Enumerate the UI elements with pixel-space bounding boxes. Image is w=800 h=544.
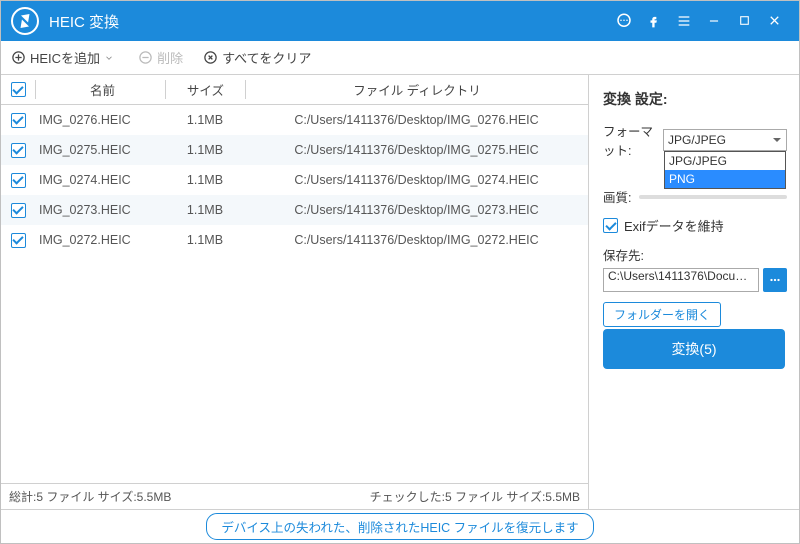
row-checkbox[interactable]: [11, 143, 26, 158]
col-name: 名前: [35, 80, 165, 99]
exif-label: Exifデータを維持: [624, 216, 724, 235]
minus-circle-icon: [138, 50, 153, 65]
row-checkbox[interactable]: [11, 203, 26, 218]
status-checked: チェックした:5 ファイル サイズ:5.5MB: [370, 488, 580, 505]
status-bar: 総計:5 ファイル サイズ:5.5MB チェックした:5 ファイル サイズ:5.…: [1, 483, 588, 509]
format-value: JPG/JPEG: [668, 133, 726, 147]
row-checkbox[interactable]: [11, 113, 26, 128]
quality-row: 画質:: [603, 187, 787, 206]
row-checkbox[interactable]: [11, 173, 26, 188]
format-row: フォーマット: JPG/JPEG JPG/JPEG PNG: [603, 121, 787, 159]
format-dropdown: JPG/JPEG PNG: [664, 151, 786, 189]
cell-dir: C:/Users/1411376/Desktop/IMG_0272.HEIC: [245, 233, 588, 247]
cell-size: 1.1MB: [165, 173, 245, 187]
app-title: HEIC 変換: [49, 11, 119, 32]
cell-dir: C:/Users/1411376/Desktop/IMG_0273.HEIC: [245, 203, 588, 217]
status-total: 総計:5 ファイル サイズ:5.5MB: [9, 488, 171, 505]
row-checkbox[interactable]: [11, 233, 26, 248]
cell-size: 1.1MB: [165, 113, 245, 127]
cell-size: 1.1MB: [165, 203, 245, 217]
cell-name: IMG_0275.HEIC: [35, 143, 165, 157]
exif-row: Exifデータを維持: [603, 216, 787, 235]
menu-icon[interactable]: [669, 12, 699, 30]
footer: デバイス上の失われた、削除されたHEIC ファイルを復元します: [1, 509, 799, 543]
format-option-png[interactable]: PNG: [665, 170, 785, 188]
convert-button[interactable]: 変換(5): [603, 329, 785, 369]
add-label: HEICを追加: [30, 48, 100, 67]
exif-checkbox[interactable]: [603, 218, 618, 233]
table-row[interactable]: IMG_0273.HEIC1.1MBC:/Users/1411376/Deskt…: [1, 195, 588, 225]
cell-size: 1.1MB: [165, 143, 245, 157]
table-row[interactable]: IMG_0276.HEIC1.1MBC:/Users/1411376/Deskt…: [1, 105, 588, 135]
format-option-jpg[interactable]: JPG/JPEG: [665, 152, 785, 170]
cell-dir: C:/Users/1411376/Desktop/IMG_0274.HEIC: [245, 173, 588, 187]
quality-slider[interactable]: [639, 195, 787, 199]
browse-button[interactable]: [763, 268, 787, 292]
select-all-checkbox[interactable]: [11, 82, 26, 97]
clear-all-button[interactable]: すべてをクリア: [203, 48, 311, 67]
cell-name: IMG_0276.HEIC: [35, 113, 165, 127]
x-circle-icon: [203, 50, 218, 65]
titlebar: HEIC 変換: [1, 1, 799, 41]
quality-label: 画質:: [603, 187, 631, 206]
toolbar: HEICを追加 削除 すべてをクリア: [1, 41, 799, 75]
maximize-button[interactable]: [729, 12, 759, 30]
main-body: 名前 サイズ ファイル ディレクトリ IMG_0276.HEIC1.1MBC:/…: [1, 75, 799, 509]
format-select[interactable]: JPG/JPEG JPG/JPEG PNG: [663, 129, 787, 151]
plus-circle-icon: [11, 50, 26, 65]
file-list-panel: 名前 サイズ ファイル ディレクトリ IMG_0276.HEIC1.1MBC:/…: [1, 75, 589, 509]
cell-size: 1.1MB: [165, 233, 245, 247]
table-header: 名前 サイズ ファイル ディレクトリ: [1, 75, 588, 105]
table-row[interactable]: IMG_0275.HEIC1.1MBC:/Users/1411376/Deskt…: [1, 135, 588, 165]
cell-name: IMG_0274.HEIC: [35, 173, 165, 187]
col-dir: ファイル ディレクトリ: [245, 80, 588, 99]
chevron-down-icon: [104, 53, 114, 63]
settings-panel: 変換 設定: フォーマット: JPG/JPEG JPG/JPEG PNG 画質:…: [589, 75, 799, 509]
dest-row: C:\Users\1411376\Documen: [603, 268, 787, 292]
cell-name: IMG_0273.HEIC: [35, 203, 165, 217]
close-button[interactable]: [759, 12, 789, 30]
recover-button[interactable]: デバイス上の失われた、削除されたHEIC ファイルを復元します: [206, 513, 593, 540]
delete-button[interactable]: 削除: [138, 48, 183, 67]
format-label: フォーマット:: [603, 121, 663, 159]
facebook-icon[interactable]: [639, 12, 669, 30]
app-window: HEIC 変換 HEICを追加: [0, 0, 800, 544]
dest-label: 保存先:: [603, 245, 787, 264]
cell-name: IMG_0272.HEIC: [35, 233, 165, 247]
add-heic-button[interactable]: HEICを追加: [11, 48, 118, 67]
col-size: サイズ: [165, 80, 245, 99]
cell-dir: C:/Users/1411376/Desktop/IMG_0275.HEIC: [245, 143, 588, 157]
feedback-icon[interactable]: [609, 12, 639, 30]
table-row[interactable]: IMG_0272.HEIC1.1MBC:/Users/1411376/Deskt…: [1, 225, 588, 255]
clear-label: すべてをクリア: [222, 48, 311, 67]
delete-label: 削除: [157, 48, 183, 67]
table-body: IMG_0276.HEIC1.1MBC:/Users/1411376/Deskt…: [1, 105, 588, 483]
app-logo-icon: [11, 7, 39, 35]
settings-heading: 変換 設定:: [603, 89, 787, 109]
cell-dir: C:/Users/1411376/Desktop/IMG_0276.HEIC: [245, 113, 588, 127]
open-folder-button[interactable]: フォルダーを開く: [603, 302, 721, 327]
table-row[interactable]: IMG_0274.HEIC1.1MBC:/Users/1411376/Deskt…: [1, 165, 588, 195]
dest-input[interactable]: C:\Users\1411376\Documen: [603, 268, 759, 292]
minimize-button[interactable]: [699, 12, 729, 30]
